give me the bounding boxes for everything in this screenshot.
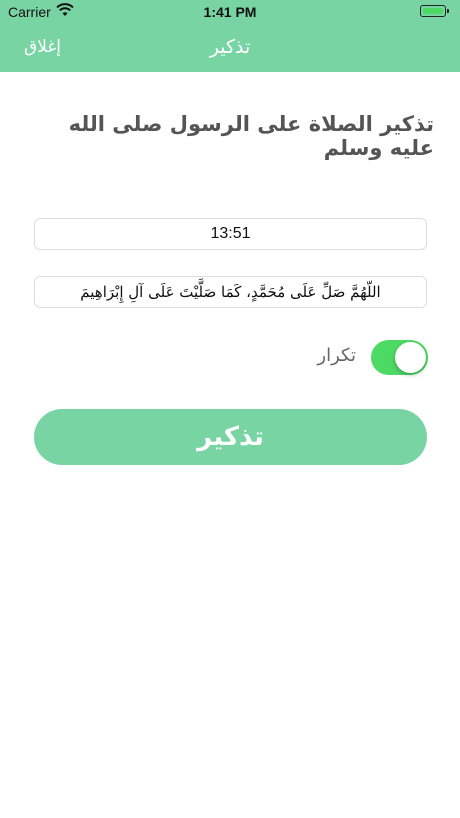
close-button[interactable]: إغلاق	[24, 37, 61, 57]
reminder-heading: تذكير الصلاة على الرسول صلى الله عليه وس…	[68, 112, 434, 160]
set-reminder-button[interactable]: تذكير	[34, 409, 427, 465]
repeat-label: تكرار	[317, 345, 356, 366]
page-title: تذكير	[209, 36, 251, 58]
message-field[interactable]: اللّهُمَّ صَلِّ عَلَى مُحَمَّدٍ، كَمَا ص…	[34, 276, 427, 308]
status-time: 1:41 PM	[203, 4, 257, 20]
toggle-knob	[395, 342, 426, 373]
nav-bar: Carrier 1:41 PM تذكير إغلاق	[0, 0, 460, 72]
status-bar: Carrier 1:41 PM	[0, 0, 460, 24]
time-field[interactable]: 13:51	[34, 218, 427, 250]
repeat-toggle[interactable]	[371, 340, 428, 375]
battery-icon	[420, 5, 449, 17]
